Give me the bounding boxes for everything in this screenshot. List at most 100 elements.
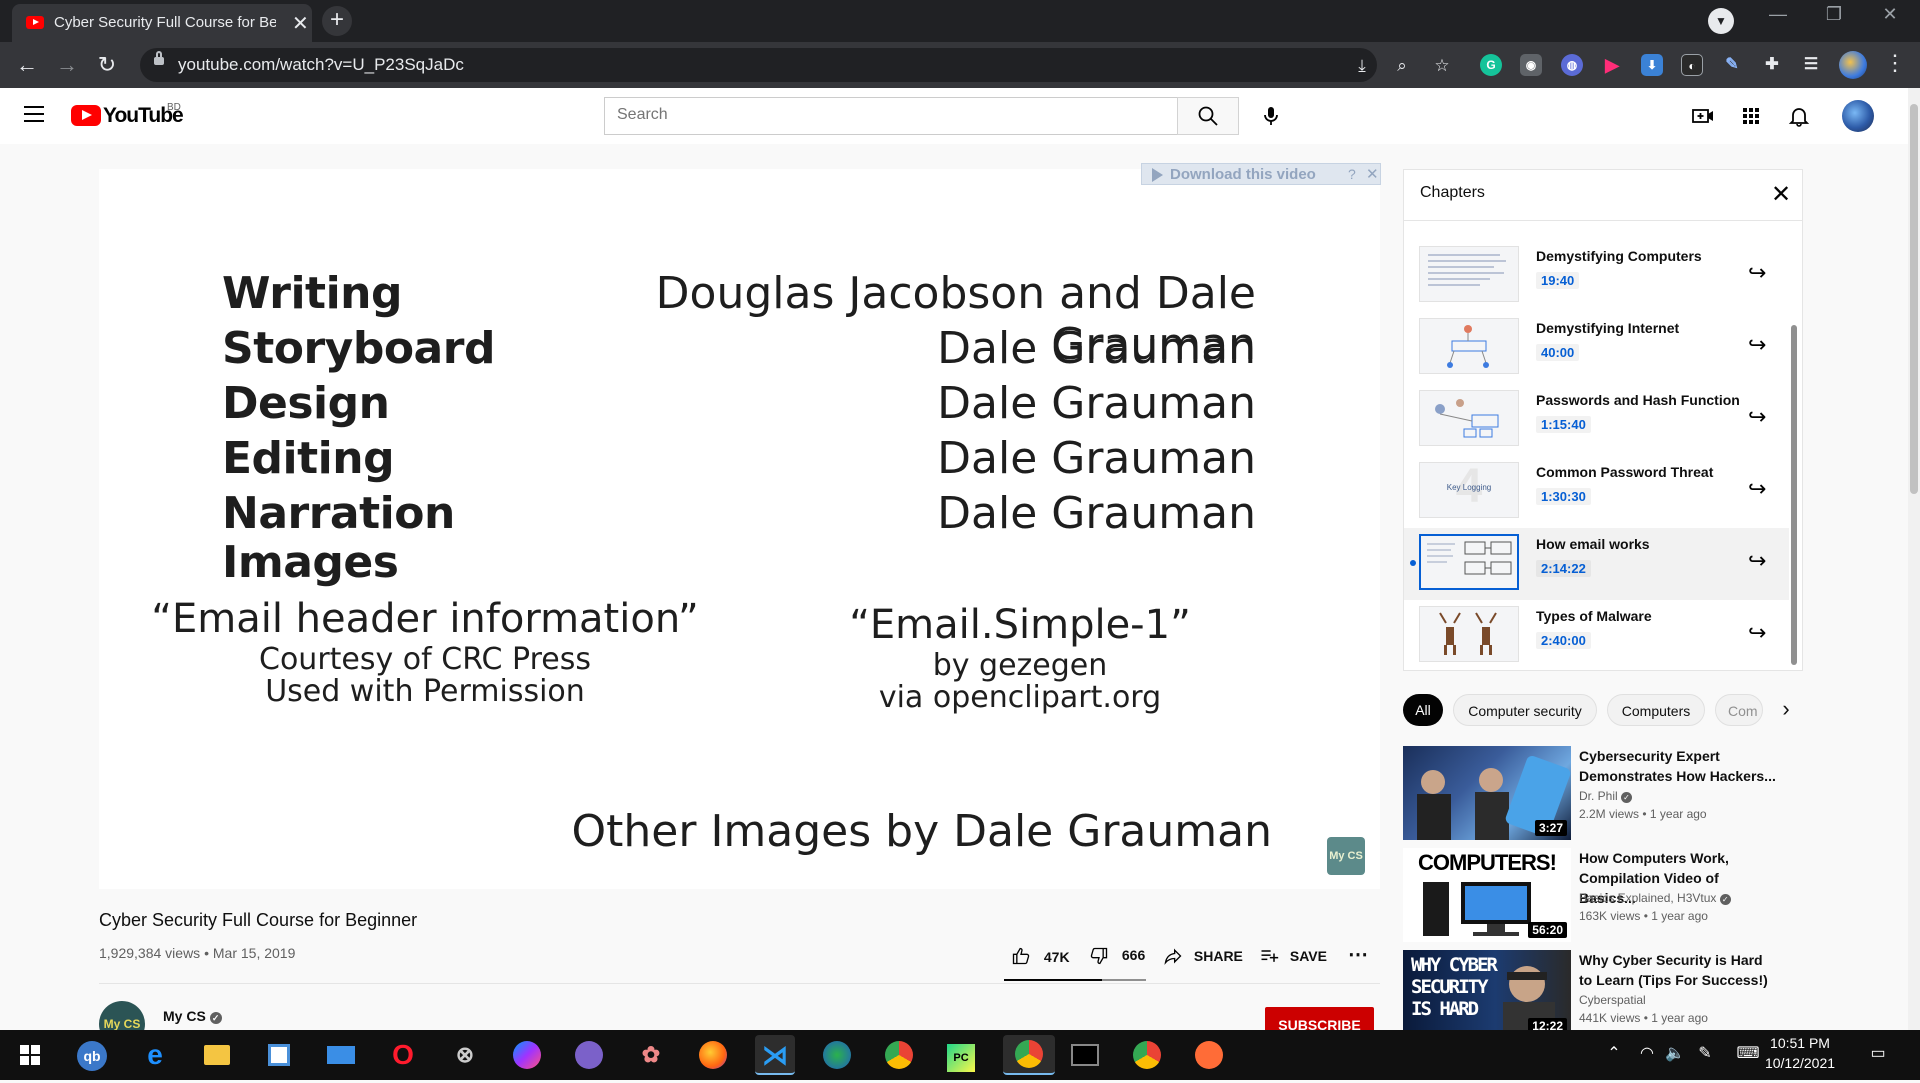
chapter-item[interactable]: Demystifying Internet 40:00 ↪ <box>1404 312 1789 384</box>
page-scrollbar-thumb[interactable] <box>1910 104 1918 494</box>
like-button[interactable]: 47K <box>1010 946 1070 966</box>
firefox-icon[interactable] <box>693 1035 733 1075</box>
recommended-channel-name[interactable]: Dr. Phil <box>1579 789 1618 803</box>
chapter-share-icon[interactable]: ↪ <box>1748 620 1766 646</box>
recommended-video[interactable]: WHY CYBER SECURITY IS HARD 12:22 Why Cyb… <box>1403 950 1803 1030</box>
edge-browser-icon[interactable]: e <box>135 1035 175 1075</box>
maximize-button[interactable]: ❐ <box>1814 4 1854 25</box>
pycharm-icon[interactable]: PC <box>941 1035 981 1075</box>
dislike-button[interactable]: 666 <box>1088 946 1145 966</box>
volume-icon[interactable]: 🔈 <box>1663 1043 1687 1063</box>
chrome-profile-icon[interactable] <box>1127 1035 1167 1075</box>
chapter-timestamp[interactable]: 2:14:22 <box>1536 560 1591 577</box>
reading-list-icon[interactable]: ☰ <box>1800 54 1822 76</box>
store-icon[interactable] <box>259 1035 299 1075</box>
chips-next-icon[interactable]: › <box>1772 694 1800 726</box>
camera-extension-icon[interactable]: ◉ <box>1520 54 1542 76</box>
create-video-icon[interactable] <box>1690 104 1716 128</box>
chapters-close-icon[interactable]: ✕ <box>1771 180 1791 209</box>
recommended-video-title[interactable]: Cybersecurity Expert Demonstrates How Ha… <box>1579 746 1779 786</box>
channel-name-text[interactable]: My CS <box>163 1008 206 1024</box>
taskbar-clock[interactable]: 10:51 PM 10/12/2021 <box>1755 1033 1845 1073</box>
download-close-icon[interactable]: ✕ <box>1366 165 1379 183</box>
chapter-timestamp[interactable]: 1:30:30 <box>1536 488 1591 505</box>
minimize-button[interactable]: — <box>1758 4 1798 25</box>
new-tab-button[interactable]: + <box>322 6 352 36</box>
apps-grid-icon[interactable] <box>1738 104 1764 128</box>
download-video-label[interactable]: Download this video <box>1170 166 1316 183</box>
globe-extension-icon[interactable]: ◍ <box>1561 54 1583 76</box>
recommended-video[interactable]: 3:27 Cybersecurity Expert Demonstrates H… <box>1403 746 1803 842</box>
back-arrow-icon[interactable]: ← <box>12 50 42 80</box>
chapter-share-icon[interactable]: ↪ <box>1748 260 1766 286</box>
chapter-timestamp[interactable]: 19:40 <box>1536 272 1580 289</box>
tab-search-icon[interactable]: ▼ <box>1708 8 1734 34</box>
zoom-icon[interactable]: ⌕ <box>1390 54 1414 78</box>
grammarly-extension-icon[interactable]: G <box>1480 54 1502 76</box>
channel-name[interactable]: My CS ✓ <box>163 1008 222 1024</box>
recommended-video[interactable]: COMPUTERS! 56:20 How Computers Work, Com… <box>1403 848 1803 944</box>
chapters-scrollbar[interactable] <box>1791 325 1797 665</box>
windows-start-icon[interactable] <box>10 1035 50 1075</box>
bookmark-star-icon[interactable]: ☆ <box>1430 54 1454 78</box>
browser-menu-icon[interactable]: ⋮ <box>1884 50 1906 76</box>
chrome-active-icon[interactable] <box>1003 1035 1055 1075</box>
chapter-share-icon[interactable]: ↪ <box>1748 548 1766 574</box>
github-icon[interactable] <box>569 1035 609 1075</box>
globe-app-icon[interactable] <box>817 1035 857 1075</box>
chip-computers[interactable]: Computers <box>1607 694 1705 726</box>
hamburger-menu-icon[interactable] <box>24 106 44 122</box>
chapter-item[interactable]: Demystifying Computers 19:40 ↪ <box>1404 240 1789 312</box>
recommended-channel[interactable]: Cyberspatial <box>1579 993 1646 1007</box>
mail-icon[interactable] <box>321 1035 361 1075</box>
share-button[interactable]: SHARE <box>1162 946 1243 966</box>
chapter-share-icon[interactable]: ↪ <box>1748 476 1766 502</box>
chapter-item-active[interactable]: How email works 2:14:22 ↪ <box>1404 528 1789 600</box>
download-video-bar[interactable]: Download this video ? ✕ <box>1141 163 1381 185</box>
terminal-icon[interactable] <box>1065 1035 1105 1075</box>
pen-extension-icon[interactable]: ✎ <box>1721 54 1743 76</box>
screen-extension-icon[interactable]: ◐ <box>1681 54 1703 76</box>
notifications-center-icon[interactable]: ▭ <box>1866 1043 1890 1063</box>
vscode-icon[interactable]: ⋊ <box>755 1035 795 1075</box>
chip-all[interactable]: All <box>1403 694 1443 726</box>
channel-watermark[interactable]: My CS <box>1327 837 1365 875</box>
search-button[interactable] <box>1177 97 1239 135</box>
qbittorrent-icon[interactable]: qb <box>72 1035 112 1075</box>
pen-tray-icon[interactable]: ✎ <box>1693 1043 1717 1063</box>
messenger-icon[interactable] <box>507 1035 547 1075</box>
chapter-share-icon[interactable]: ↪ <box>1748 404 1766 430</box>
chapter-item[interactable]: 4 Key Logging Common Password Threat 1:3… <box>1404 456 1789 528</box>
postman-icon[interactable] <box>1189 1035 1229 1075</box>
address-bar[interactable]: youtube.com/watch?v=U_P23SqJaDc <box>140 48 1377 82</box>
browser-profile-avatar[interactable] <box>1839 51 1867 79</box>
chapter-timestamp[interactable]: 40:00 <box>1536 344 1580 361</box>
recommended-video-title[interactable]: Why Cyber Security is Hard to Learn (Tip… <box>1579 950 1779 990</box>
chapter-item[interactable]: Types of Malware 2:40:00 ↪ <box>1404 600 1789 672</box>
satellite-app-icon[interactable]: ⊗ <box>445 1035 485 1075</box>
more-actions-icon[interactable]: ⋯ <box>1348 942 1368 967</box>
tray-overflow-icon[interactable]: ⌃ <box>1602 1043 1626 1063</box>
chrome-icon[interactable] <box>879 1035 919 1075</box>
chapter-item[interactable]: Passwords and Hash Function 1:15:40 ↪ <box>1404 384 1789 456</box>
account-avatar[interactable] <box>1842 100 1874 132</box>
extensions-puzzle-icon[interactable]: ✚ <box>1761 54 1783 76</box>
play-extension-icon[interactable]: ▶ <box>1601 54 1623 76</box>
recommended-channel[interactable]: Basics Explained, H3Vtux ✓ <box>1579 891 1731 905</box>
recommended-channel[interactable]: Dr. Phil ✓ <box>1579 789 1633 803</box>
download-help-icon[interactable]: ? <box>1348 166 1356 182</box>
youtube-logo-icon[interactable] <box>71 105 101 126</box>
page-scrollbar[interactable] <box>1908 88 1920 1030</box>
chapter-timestamp[interactable]: 1:15:40 <box>1536 416 1591 433</box>
save-button[interactable]: SAVE <box>1258 946 1327 966</box>
chapter-share-icon[interactable]: ↪ <box>1748 332 1766 358</box>
paint-icon[interactable]: ✿ <box>631 1035 671 1075</box>
tab-close-icon[interactable]: ✕ <box>292 11 309 36</box>
reload-icon[interactable]: ↻ <box>92 50 122 80</box>
window-close-button[interactable]: ✕ <box>1870 4 1910 25</box>
download-extension-icon[interactable]: ⬇ <box>1641 54 1663 76</box>
forward-arrow-icon[interactable]: → <box>52 50 82 80</box>
opera-icon[interactable]: O <box>383 1035 423 1075</box>
install-app-icon[interactable]: ⤓ <box>1350 54 1374 78</box>
search-box[interactable] <box>604 97 1178 135</box>
